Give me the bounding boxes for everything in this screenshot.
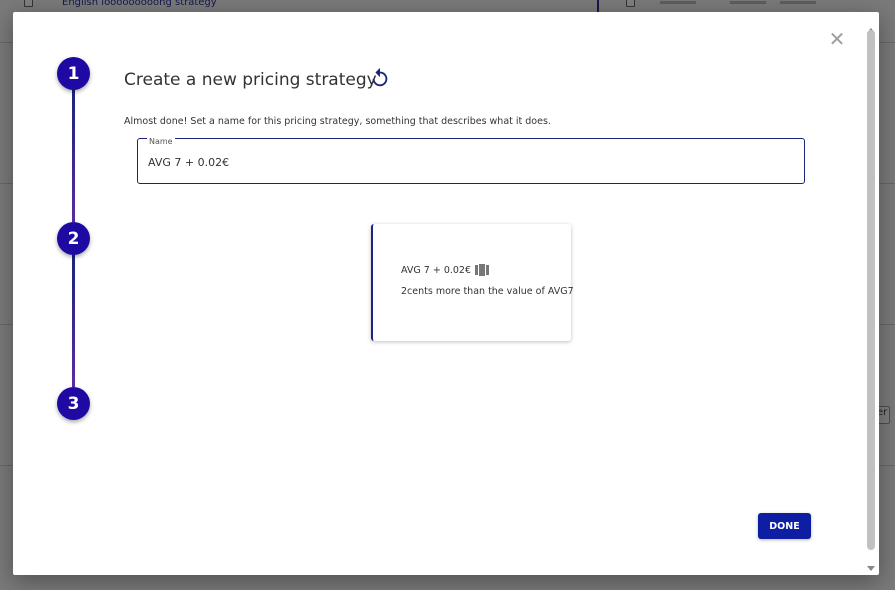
instructions-text: Almost done! Set a name for this pricing… [124, 116, 551, 127]
scroll-down-icon[interactable] [867, 566, 875, 571]
name-input[interactable] [148, 156, 788, 169]
columns-icon [475, 264, 489, 276]
preview-description: 2cents more than the value of AVG7 [401, 286, 574, 297]
name-field-label: Name [147, 137, 175, 146]
dialog-title: Create a new pricing strategy [124, 70, 377, 90]
name-field[interactable]: Name [137, 137, 805, 184]
dialog-scrollbar[interactable] [865, 26, 877, 573]
preview-name: AVG 7 + 0.02€ [401, 265, 472, 276]
step-1[interactable]: 1 [57, 57, 90, 90]
close-icon[interactable]: ✕ [828, 29, 846, 49]
strategy-preview-card: AVG 7 + 0.02€ 2cents more than the value… [371, 224, 574, 341]
done-button[interactable]: DONE [758, 513, 811, 539]
reset-icon[interactable] [369, 67, 391, 89]
step-connector [72, 253, 75, 387]
scroll-thumb[interactable] [867, 30, 875, 550]
create-pricing-strategy-dialog: ✕ 1 2 3 Create a new pricing strategy Al… [13, 12, 879, 575]
step-connector [72, 88, 75, 222]
step-3[interactable]: 3 [57, 387, 90, 420]
step-2[interactable]: 2 [57, 222, 90, 255]
